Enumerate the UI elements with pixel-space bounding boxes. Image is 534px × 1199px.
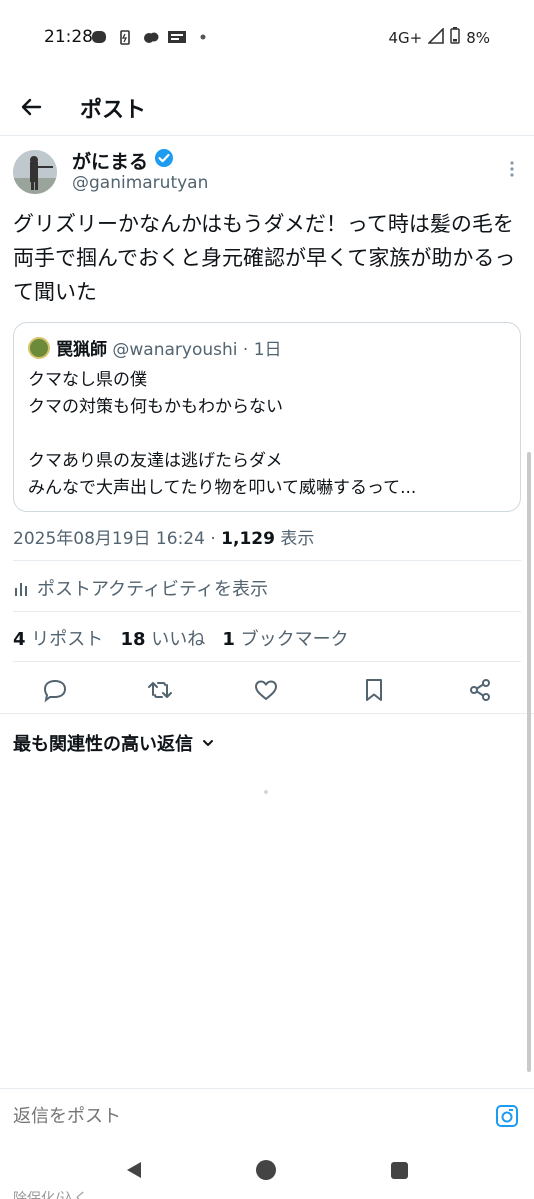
likes-label: いいね: [151, 629, 206, 650]
weather-icon: [142, 28, 160, 46]
reply-icon: [43, 679, 67, 703]
likes-stat[interactable]: 18 いいね: [120, 629, 205, 650]
reply-sort-dropdown[interactable]: 最も関連性の高い返信: [13, 730, 215, 756]
battery-icon: [450, 27, 460, 48]
quoted-post[interactable]: 罠猟師 @wanaryoushi · 1日 クマなし県の僕 クマの対策も何もかも…: [13, 322, 521, 512]
camera-icon: [496, 1105, 518, 1127]
post-timestamp: 2025年08月19日 16:24: [13, 529, 205, 549]
likes-count: 18: [120, 629, 146, 650]
divider: [13, 661, 521, 662]
author-display-name: がにまる: [72, 151, 149, 173]
post-meta: 2025年08月19日 16:24 · 1,129 表示: [13, 524, 314, 549]
reply-sort-label: 最も関連性の高い返信: [13, 734, 193, 755]
nav-home-button[interactable]: [256, 1160, 276, 1180]
notification-icons: [90, 28, 212, 46]
triangle-back-icon: [127, 1162, 141, 1178]
keyboard-peek-text: 除保化/込く: [13, 1191, 88, 1199]
news-app-icon: [168, 28, 186, 46]
reply-button[interactable]: [41, 676, 69, 704]
quoted-author-handle: @wanaryoushi: [112, 340, 238, 360]
share-button[interactable]: [466, 676, 494, 704]
post-text: グリズリーかなんかはもうダメだ！って時は髪の毛を両手で掴んでおくと身元確認が早く…: [13, 212, 516, 304]
reposts-count: 4: [13, 629, 26, 650]
signal-icon: [427, 26, 445, 48]
engagement-stats: 4 リポスト 18 いいね 1 ブックマーク: [13, 625, 349, 651]
network-label: 4G+: [388, 28, 423, 47]
line-app-icon: [90, 28, 108, 46]
author-name[interactable]: がにまる: [72, 147, 174, 174]
bookmark-icon: [366, 679, 382, 701]
action-bar: [0, 670, 534, 710]
quoted-post-age: · 1日: [242, 340, 282, 360]
quoted-post-header: 罠猟師 @wanaryoushi · 1日: [56, 335, 282, 360]
nav-back-button[interactable]: [124, 1160, 144, 1184]
analytics-icon: [15, 583, 27, 596]
chevron-down-icon: [203, 740, 213, 746]
nav-recents-button[interactable]: [391, 1162, 408, 1179]
system-nav-bar: 除保化/込く: [0, 1146, 534, 1199]
more-options-button[interactable]: [504, 158, 520, 180]
post-activity-link[interactable]: ポストアクティビティを表示: [13, 575, 268, 601]
repost-button[interactable]: [146, 676, 174, 704]
camera-button[interactable]: [494, 1103, 520, 1129]
page-title: ポスト: [80, 98, 147, 123]
like-button[interactable]: [252, 676, 280, 704]
divider: [0, 713, 534, 714]
quoted-author-avatar: [28, 337, 50, 359]
post-activity-label: ポストアクティビティを表示: [37, 579, 268, 600]
reposts-stat[interactable]: 4 リポスト: [13, 629, 103, 650]
quoted-post-text: クマなし県の僕 クマの対策も何もかもわからない クマあり県の友達は逃げたらダメ …: [28, 370, 417, 498]
app-header: ポスト: [0, 78, 534, 136]
more-notifications-icon: [194, 28, 212, 46]
reply-composer: [0, 1088, 534, 1146]
bookmarks-stat[interactable]: 1 ブックマーク: [222, 629, 348, 650]
reply-input[interactable]: [13, 1106, 433, 1127]
divider: [13, 560, 521, 561]
verified-badge-icon: [154, 148, 174, 173]
back-button[interactable]: [16, 92, 46, 122]
more-vertical-icon: [510, 161, 514, 177]
status-right: 4G+ 8%: [388, 26, 490, 48]
divider: [13, 611, 521, 612]
author-avatar[interactable]: [13, 150, 57, 194]
view-count: 1,129: [221, 529, 275, 549]
battery-saver-icon: [116, 28, 134, 46]
status-time: 21:28: [44, 27, 93, 47]
arrow-left-icon: [21, 98, 42, 116]
bookmarks-label: ブックマーク: [240, 629, 349, 650]
scrollbar[interactable]: [527, 452, 531, 1072]
quoted-author-name: 罠猟師: [56, 340, 107, 360]
repost-icon: [148, 682, 172, 698]
view-label: 表示: [280, 529, 315, 549]
status-bar: 21:28 4G+ 8%: [0, 0, 534, 78]
share-icon: [470, 679, 490, 701]
bookmarks-count: 1: [222, 629, 235, 650]
heart-icon: [255, 680, 277, 700]
meta-separator: ·: [204, 529, 222, 549]
loading-indicator: [264, 790, 268, 794]
author-handle[interactable]: @ganimarutyan: [72, 173, 208, 193]
bookmark-button[interactable]: [360, 676, 388, 704]
battery-percent: 8%: [466, 28, 490, 47]
reposts-label: リポスト: [31, 629, 104, 650]
